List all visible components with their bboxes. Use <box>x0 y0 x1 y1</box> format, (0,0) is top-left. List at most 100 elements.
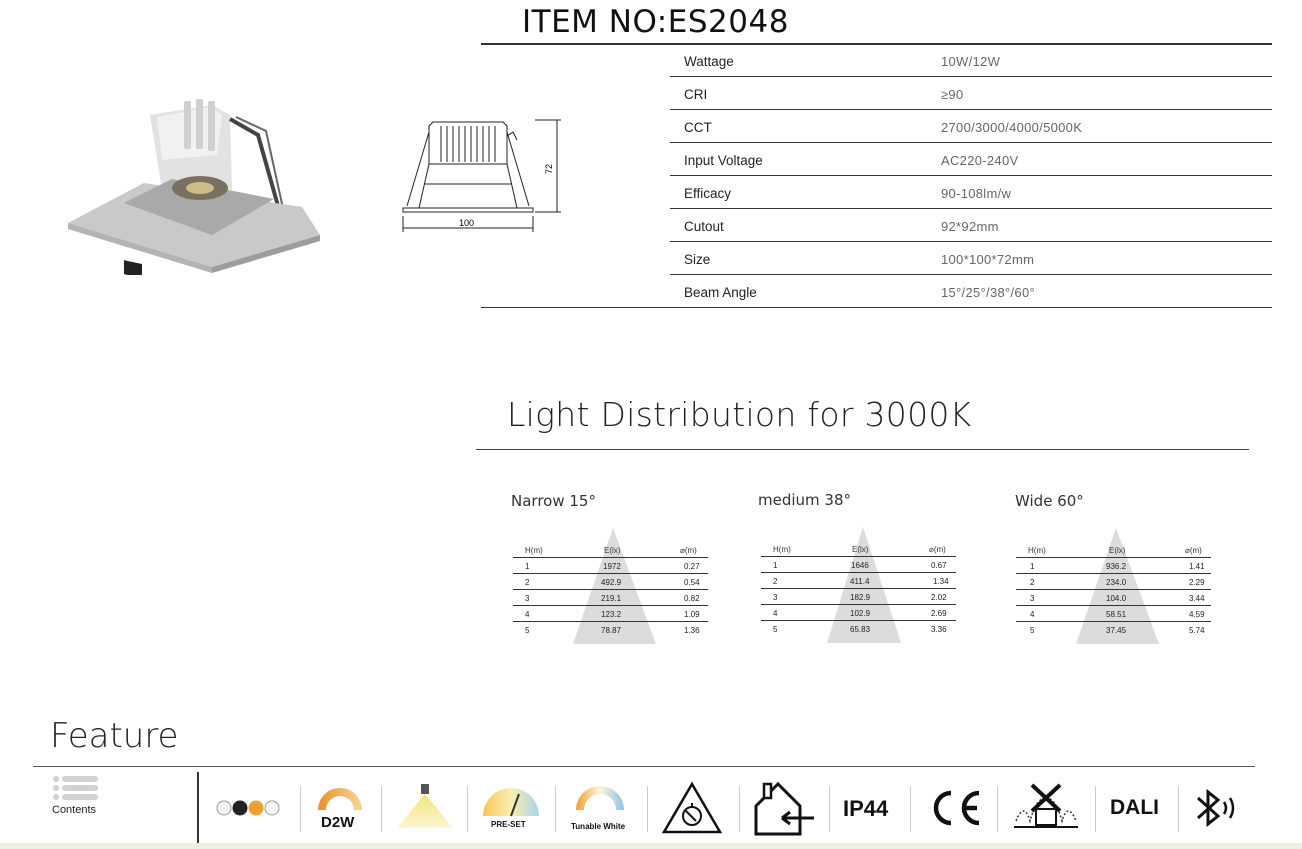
col-header-height: H(m) <box>1028 546 1046 555</box>
color-dots-icon <box>216 800 280 816</box>
feature-divider <box>33 766 1255 767</box>
cell-illuminance: 37.45 <box>1106 626 1127 635</box>
col-header-height: H(m) <box>773 545 791 554</box>
width-dimension-label: 100 <box>459 218 474 228</box>
table-row: 4 123.2 1.09 <box>513 606 708 622</box>
cell-height: 3 <box>1030 594 1035 603</box>
spec-row-wattage: Wattage 10W/12W <box>670 44 1272 77</box>
cell-diameter: 1.36 <box>684 626 700 635</box>
table-row: 2 234.0 2.29 <box>1016 574 1211 590</box>
col-header-illuminance: E(lx) <box>1109 546 1126 555</box>
cell-diameter: 0.67 <box>931 561 947 570</box>
col-header-diameter: ⌀(m) <box>929 545 946 554</box>
spec-value: AC220-240V <box>941 153 1019 168</box>
cell-height: 4 <box>525 610 530 619</box>
bottom-band <box>0 843 1302 849</box>
cell-height: 1 <box>525 562 530 571</box>
dali-icon: DALI <box>1110 796 1159 819</box>
table-row: 3 182.9 2.02 <box>761 589 956 605</box>
cell-height: 2 <box>773 577 778 586</box>
light-distribution-title: Light Distribution for 3000K <box>507 395 972 434</box>
ce-mark-icon <box>933 790 980 826</box>
beam-title-narrow: Narrow 15° <box>511 492 596 510</box>
spec-label: Efficacy <box>684 186 732 201</box>
cell-diameter: 0.82 <box>684 594 700 603</box>
cell-illuminance: 78.87 <box>601 626 622 635</box>
cell-diameter: 3.36 <box>931 625 947 634</box>
spec-row-size: Size 100*100*72mm <box>670 242 1272 275</box>
spec-value: ≥90 <box>941 87 964 102</box>
spec-value: 2700/3000/4000/5000K <box>941 120 1083 135</box>
contents-list-icon[interactable] <box>52 775 100 801</box>
table-row: 5 65.83 3.36 <box>761 621 956 637</box>
cell-height: 4 <box>773 609 778 618</box>
table-row: 2 411.4 1.34 <box>761 573 956 589</box>
beam-table-wide: H(m) E(lx) ⌀(m) 1 936.2 1.41 2 234.0 2.29 3 1… <box>1016 528 1211 648</box>
beam-table-medium: H(m) E(lx) ⌀(m) 1 1646 0.67 2 411.4 1.34 3 18… <box>761 527 956 647</box>
table-row: 2 492.9 0.54 <box>513 574 708 590</box>
cell-diameter: 3.44 <box>1189 594 1205 603</box>
table-row: 3 219.1 0.82 <box>513 590 708 606</box>
cell-diameter: 0.54 <box>684 578 700 587</box>
cell-height: 4 <box>1030 610 1035 619</box>
cell-illuminance: 1972 <box>603 562 621 571</box>
cell-illuminance: 936.2 <box>1106 562 1127 571</box>
beam-title-medium: medium 38° <box>758 491 852 509</box>
col-header-height: H(m) <box>525 546 543 555</box>
spec-value: 90-108lm/w <box>941 186 1012 201</box>
cell-illuminance: 58.51 <box>1106 610 1127 619</box>
cell-diameter: 2.02 <box>931 593 947 602</box>
spec-value: 15°/25°/38°/60° <box>941 285 1035 300</box>
table-row: 5 37.45 5.74 <box>1016 622 1211 638</box>
spec-row-cri: CRI ≥90 <box>670 77 1272 110</box>
col-header-illuminance: E(lx) <box>852 545 869 554</box>
height-dimension-label: 72 <box>544 164 554 174</box>
cell-illuminance: 182.9 <box>850 593 871 602</box>
beam-title-wide: Wide 60° <box>1015 492 1084 510</box>
cell-diameter: 2.29 <box>1189 578 1205 587</box>
cell-illuminance: 234.0 <box>1106 578 1127 587</box>
cell-height: 5 <box>1030 626 1035 635</box>
cell-illuminance: 102.9 <box>850 609 871 618</box>
cell-height: 5 <box>773 625 778 634</box>
spec-row-cutout: Cutout 92*92mm <box>670 209 1272 242</box>
spec-row-cct: CCT 2700/3000/4000/5000K <box>670 110 1272 143</box>
cell-illuminance: 1646 <box>851 561 869 570</box>
light-distribution-divider <box>476 449 1249 450</box>
tunable-white-label: Tunable White <box>571 822 626 831</box>
cell-height: 2 <box>1030 578 1035 587</box>
spec-label: Input Voltage <box>684 153 763 168</box>
cell-diameter: 5.74 <box>1189 626 1205 635</box>
cell-height: 2 <box>525 578 530 587</box>
spec-value: 10W/12W <box>941 54 1001 69</box>
dimension-drawing: 100 72 <box>402 119 561 232</box>
spec-label: CCT <box>684 120 712 135</box>
col-header-diameter: ⌀(m) <box>1185 546 1202 555</box>
table-row: 1 1646 0.67 <box>761 557 956 573</box>
table-row: 1 936.2 1.41 <box>1016 558 1211 574</box>
col-header-diameter: ⌀(m) <box>680 546 697 555</box>
contents-label[interactable]: Contents <box>52 804 96 816</box>
cell-diameter: 1.34 <box>933 577 949 586</box>
cell-illuminance: 104.0 <box>1106 594 1127 603</box>
spec-label: CRI <box>684 87 708 102</box>
cell-illuminance: 411.4 <box>850 577 870 586</box>
cell-diameter: 4.59 <box>1189 610 1205 619</box>
table-row: 5 78.87 1.36 <box>513 622 708 638</box>
table-row: 4 58.51 4.59 <box>1016 606 1211 622</box>
cell-illuminance: 65.83 <box>850 625 871 634</box>
item-number-title: ITEM NO:ES2048 <box>522 4 789 40</box>
spec-row-efficacy: Efficacy 90-108lm/w <box>670 176 1272 209</box>
feature-vertical-divider <box>197 772 199 844</box>
tunable-white-icon <box>576 786 624 810</box>
cell-diameter: 1.09 <box>684 610 700 619</box>
dimmer-triangle-icon <box>661 781 723 834</box>
cell-illuminance: 219.1 <box>601 594 622 603</box>
cell-height: 1 <box>773 561 778 570</box>
cell-illuminance: 123.2 <box>601 610 622 619</box>
table-row: 1 1972 0.27 <box>513 558 708 574</box>
spec-label: Size <box>684 252 711 267</box>
cell-height: 5 <box>525 626 530 635</box>
cell-height: 3 <box>773 593 778 602</box>
col-header-illuminance: E(lx) <box>604 546 621 555</box>
